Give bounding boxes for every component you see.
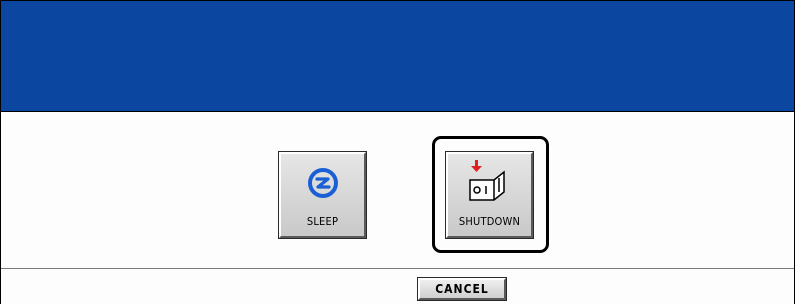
- cancel-button[interactable]: CANCEL: [417, 277, 507, 301]
- dialog-content: [1, 112, 794, 304]
- divider: [1, 268, 794, 269]
- title-banner: [1, 1, 794, 112]
- sleep-label: SLEEP: [306, 215, 339, 228]
- shutdown-label: SHUTDOWN: [458, 215, 521, 228]
- power-switch-icon: [469, 160, 505, 201]
- sleep-icon: [308, 168, 338, 198]
- sleep-button[interactable]: SLEEP: [278, 151, 367, 239]
- shutdown-button[interactable]: SHUTDOWN: [445, 151, 534, 239]
